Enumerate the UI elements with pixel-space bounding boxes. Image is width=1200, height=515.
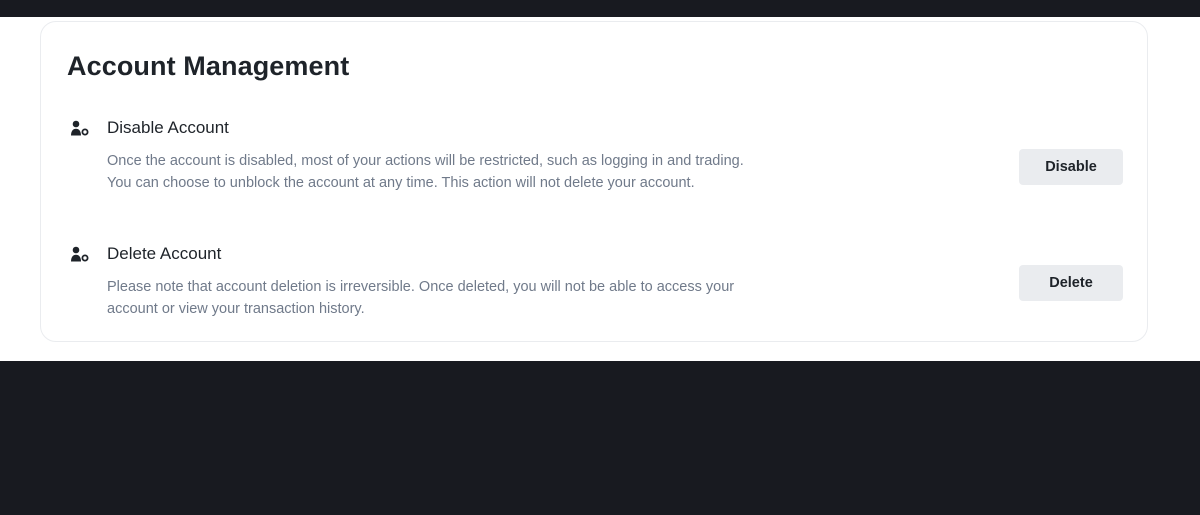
delete-button[interactable]: Delete: [1019, 265, 1123, 301]
section-title: Disable Account: [107, 118, 229, 137]
disable-button[interactable]: Disable: [1019, 149, 1123, 185]
section-description: Once the account is disabled, most of yo…: [107, 153, 744, 191]
disable-account-section: Disable Account Once the account is disa…: [67, 117, 1127, 217]
delete-account-section: Delete Account Please note that account …: [67, 243, 1127, 323]
account-management-card: Account Management Disable Account Once …: [40, 21, 1148, 342]
section-description: Please note that account deletion is irr…: [107, 279, 735, 317]
user-settings-icon: [71, 120, 89, 136]
page-panel: Account Management Disable Account Once …: [0, 17, 1200, 361]
user-settings-icon: [71, 246, 89, 262]
section-title: Delete Account: [107, 244, 222, 263]
card-title: Account Management: [67, 51, 350, 81]
